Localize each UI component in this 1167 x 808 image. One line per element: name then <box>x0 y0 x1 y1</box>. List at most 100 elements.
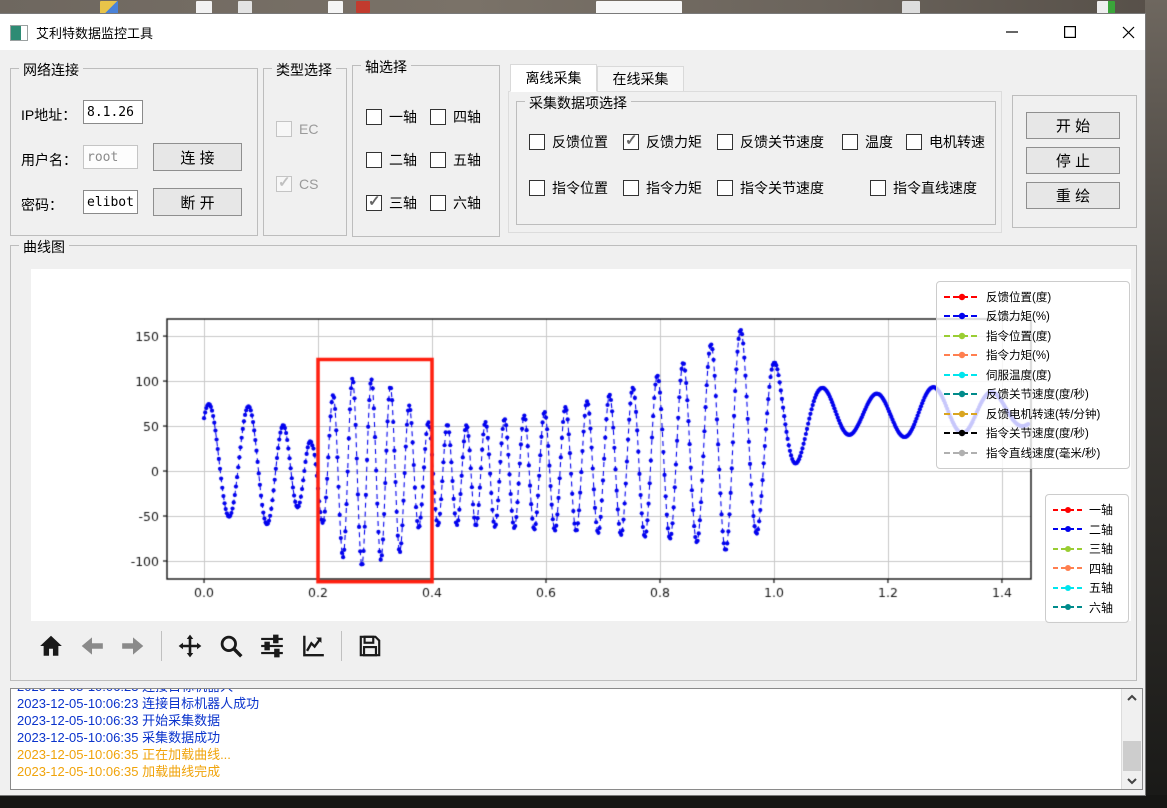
legend-item: 四轴 <box>1053 559 1121 579</box>
log-message: 采集数据成功 <box>142 730 220 745</box>
legend-label: 反馈电机转速(转/分钟) <box>986 406 1100 422</box>
home-icon[interactable] <box>35 630 67 662</box>
checkbox-feedback-joint-speed[interactable]: 反馈关节速度 <box>717 132 824 152</box>
tab-offline-collect[interactable]: 离线采集 <box>510 64 597 92</box>
stop-button[interactable]: 停 止 <box>1026 147 1120 174</box>
password-input[interactable] <box>83 190 138 214</box>
checkbox-axis-1[interactable]: 一轴 <box>366 107 417 127</box>
axis-select-title: 轴选择 <box>361 57 411 77</box>
legend-label: 三轴 <box>1089 540 1113 557</box>
legend-item: 指令直线速度(毫米/秒) <box>944 443 1122 463</box>
checkbox-feedback-torque[interactable]: 反馈力矩 <box>623 132 702 152</box>
checkbox-motor-speed[interactable]: 电机转速 <box>906 132 985 152</box>
legend-label: 反馈力矩(%) <box>986 308 1050 324</box>
legend-item: 反馈电机转速(转/分钟) <box>944 404 1122 424</box>
maximize-icon <box>1064 26 1076 38</box>
scroll-down-button[interactable] <box>1122 772 1142 789</box>
save-icon[interactable] <box>354 630 386 662</box>
legend-label: 一轴 <box>1089 501 1113 518</box>
tab-online-collect[interactable]: 在线采集 <box>597 66 684 92</box>
checkbox-label: 一轴 <box>389 107 417 127</box>
desktop-icon-fragment <box>1097 1 1115 14</box>
checkbox-label: 三轴 <box>389 193 417 213</box>
minimize-button[interactable] <box>989 14 1035 50</box>
ip-label: IP地址： <box>21 105 76 125</box>
checkbox-command-linear-speed[interactable]: 指令直线速度 <box>870 178 977 198</box>
forward-icon[interactable] <box>117 630 149 662</box>
scrollbar-thumb[interactable] <box>1123 741 1141 771</box>
log-time: 2023-12-05-10:06:23 <box>17 689 138 694</box>
password-label: 密码： <box>21 195 63 215</box>
back-icon[interactable] <box>76 630 108 662</box>
checkbox-box <box>366 109 382 125</box>
legend-item: 二轴 <box>1053 520 1121 540</box>
log-time: 2023-12-05-10:06:35 <box>17 764 138 779</box>
checkbox-label: EC <box>299 121 318 137</box>
checkbox-label: 四轴 <box>453 107 481 127</box>
legend-item: 指令力矩(%) <box>944 346 1122 366</box>
log-line: 2023-12-05-10:06:35 加载曲线完成 <box>17 763 1112 780</box>
start-button[interactable]: 开 始 <box>1026 112 1120 139</box>
checkbox-type-ec[interactable]: EC <box>276 121 318 137</box>
checkbox-axis-5[interactable]: 五轴 <box>430 150 481 170</box>
tab-label: 离线采集 <box>526 68 582 88</box>
checkbox-box <box>276 121 292 137</box>
checkbox-label: 五轴 <box>453 150 481 170</box>
username-input[interactable] <box>83 145 138 169</box>
checkbox-axis-3[interactable]: 三轴 <box>366 193 417 213</box>
chevron-down-icon <box>1126 776 1138 786</box>
legend-label: 指令力矩(%) <box>986 347 1050 363</box>
plot-area: 反馈位置(度) 反馈力矩(%) 指令位置(度) 指令力矩(%) 伺服温度(度) … <box>31 269 1131 621</box>
log-line: 2023-12-05-10:06:33 开始采集数据 <box>17 712 1112 729</box>
legend-item: 伺服温度(度) <box>944 365 1122 385</box>
legend-item: 六轴 <box>1053 598 1121 618</box>
log-line: 2023-12-05-10:06:35 采集数据成功 <box>17 729 1112 746</box>
checkbox-box <box>366 152 382 168</box>
minimize-icon <box>1006 26 1018 38</box>
checkbox-box <box>842 134 858 150</box>
checkbox-command-joint-speed[interactable]: 指令关节速度 <box>717 178 824 198</box>
scroll-up-button[interactable] <box>1122 689 1142 706</box>
ip-input[interactable] <box>83 100 143 124</box>
connect-button[interactable]: 连 接 <box>153 143 242 171</box>
disconnect-button[interactable]: 断 开 <box>153 188 242 216</box>
maximize-button[interactable] <box>1047 14 1093 50</box>
desktop-icon-fragment <box>596 1 682 14</box>
zoom-icon[interactable] <box>215 630 247 662</box>
checkbox-temperature[interactable]: 温度 <box>842 132 893 152</box>
pan-icon[interactable] <box>174 630 206 662</box>
configure-subplots-icon[interactable] <box>256 630 288 662</box>
legend-label: 指令直线速度(毫米/秒) <box>986 445 1100 461</box>
checkbox-axis-6[interactable]: 六轴 <box>430 193 481 213</box>
checkbox-axis-2[interactable]: 二轴 <box>366 150 417 170</box>
log-line: 2023-12-05-10:06:23 连接目标机器人成功 <box>17 695 1112 712</box>
legend-label: 指令关节速度(度/秒) <box>986 425 1089 441</box>
checkbox-axis-4[interactable]: 四轴 <box>430 107 481 127</box>
legend-label: 二轴 <box>1089 521 1113 538</box>
tab-label: 在线采集 <box>613 69 669 89</box>
checkbox-box <box>430 152 446 168</box>
checkbox-command-torque[interactable]: 指令力矩 <box>623 178 702 198</box>
desktop-icon-fragment <box>356 1 370 13</box>
username-label: 用户名： <box>21 150 77 170</box>
log-panel[interactable]: 2023-12-05-10:06:23 连接目标机器人 2023-12-05-1… <box>10 688 1143 790</box>
checkbox-feedback-position[interactable]: 反馈位置 <box>529 132 608 152</box>
checkbox-label: 反馈力矩 <box>646 132 702 152</box>
checkbox-label: 电机转速 <box>929 132 985 152</box>
legend-item: 三轴 <box>1053 539 1121 559</box>
curve-group-title: 曲线图 <box>19 237 69 257</box>
checkbox-box <box>430 195 446 211</box>
checkbox-command-position[interactable]: 指令位置 <box>529 178 608 198</box>
checkbox-type-cs[interactable]: CS <box>276 176 318 192</box>
screen: 艾利特数据监控工具 网络连接 IP地址： 用户名： 连 接 密码： 断 开 <box>0 0 1167 808</box>
title-bar[interactable]: 艾利特数据监控工具 <box>0 14 1145 50</box>
checkbox-label: 反馈关节速度 <box>740 132 824 152</box>
edit-axes-icon[interactable] <box>297 630 329 662</box>
close-button[interactable] <box>1105 14 1151 50</box>
log-scrollbar[interactable] <box>1121 689 1142 789</box>
close-icon <box>1122 26 1135 39</box>
legend-label: 六轴 <box>1089 599 1113 616</box>
redraw-button[interactable]: 重 绘 <box>1026 182 1120 209</box>
legend-label: 伺服温度(度) <box>986 367 1051 383</box>
log-lines: 2023-12-05-10:06:23 连接目标机器人 2023-12-05-1… <box>17 689 1112 789</box>
